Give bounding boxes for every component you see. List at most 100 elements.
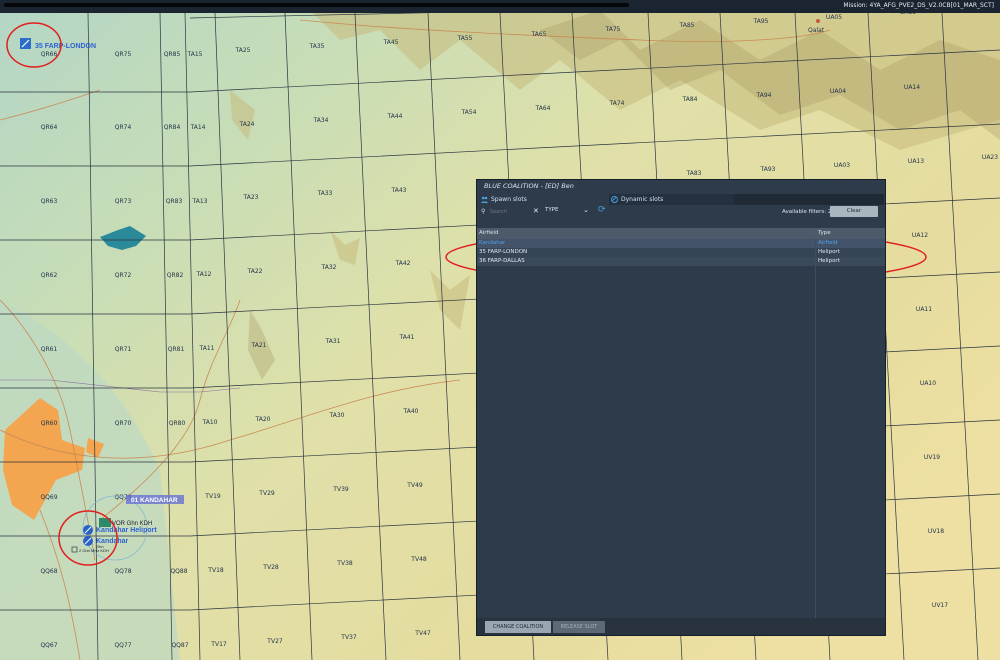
- grid-cell-label: TA85: [679, 22, 695, 29]
- grid-cell-label: UA11: [916, 306, 932, 313]
- grid-cell-label: TA40: [403, 408, 419, 415]
- grid-cell-label: QR60: [41, 420, 58, 427]
- dynamic-slots-icon: [611, 196, 618, 203]
- grid-cell-label: TA54: [461, 109, 477, 116]
- town-label-qalat: Qalat: [808, 27, 825, 34]
- grid-cell-label: UA13: [908, 158, 924, 165]
- table-row[interactable]: Kandahar Airfield: [477, 239, 885, 248]
- row-airfield: Kandahar: [479, 240, 506, 246]
- grid-cell-label: TA13: [192, 198, 208, 205]
- grid-cell-label: QR82: [167, 272, 184, 279]
- grid-cell-label: TA42: [395, 260, 411, 267]
- grid-cell-label: TV28: [262, 564, 279, 571]
- grid-cell-label: QR73: [115, 198, 132, 205]
- grid-cell-label: TA35: [309, 43, 325, 50]
- grid-cell-label: TA45: [383, 39, 399, 46]
- available-filters: Available filters: 2: [782, 209, 832, 215]
- search-input[interactable]: [490, 207, 538, 216]
- grid-cell-label: TV18: [207, 567, 224, 574]
- grid-cell-label: TA33: [317, 190, 333, 197]
- kandahar-heliport-label: Kandahar Heliport: [96, 527, 157, 534]
- grid-cell-label: QQ67: [40, 642, 57, 649]
- grid-cell-label: TV29: [258, 490, 275, 497]
- grid-cell-label: TA23: [243, 194, 259, 201]
- kandahar-sub-label: 2 Ghn MHz KDH: [79, 548, 109, 553]
- top-scrollbar[interactable]: [4, 3, 629, 7]
- column-divider: [815, 239, 816, 627]
- change-coalition-button[interactable]: CHANGE COALITION: [485, 621, 551, 633]
- grid-cell-label: QR81: [168, 346, 185, 353]
- grid-cell-label: TA41: [399, 334, 415, 341]
- grid-cell-label: TA21: [251, 342, 267, 349]
- row-type: Heliport: [818, 249, 840, 255]
- grid-cell-label: TA34: [313, 117, 329, 124]
- grid-cell-label: TA74: [609, 100, 625, 107]
- grid-cell-label: TA24: [239, 121, 255, 128]
- grid-cell-label: TA94: [756, 92, 772, 99]
- column-header-type[interactable]: Type: [818, 230, 831, 236]
- tab-spawn-slots[interactable]: Spawn slots: [479, 194, 609, 205]
- grid-cell-label: TA14: [190, 124, 206, 131]
- filter-bar: ⚲ ✕ TYPE ⌄ ⟳ Available filters: 2 Clear: [479, 205, 884, 218]
- grid-cell-label: TA55: [457, 35, 473, 42]
- row-airfield: 35 FARP-LONDON: [479, 249, 528, 255]
- kandahar-tag: 01 KANDAHAR: [131, 497, 178, 504]
- grid-cell-label: UA10: [920, 380, 936, 387]
- release-slot-button[interactable]: RELEASE SLOT: [553, 621, 605, 633]
- grid-cell-label: TV49: [406, 482, 423, 489]
- close-icon[interactable]: ✕: [533, 207, 539, 215]
- column-header-airfield[interactable]: Airfield: [479, 230, 498, 236]
- grid-cell-label: TA44: [387, 113, 403, 120]
- tab-dynamic-slots[interactable]: Dynamic slots: [609, 194, 734, 205]
- grid-cell-label: UV18: [928, 528, 944, 535]
- grid-cell-label: QR64: [41, 124, 58, 131]
- grid-cell-label: QR61: [41, 346, 58, 353]
- grid-cell-label: TV47: [414, 630, 431, 637]
- grid-cell-label: TA20: [255, 416, 271, 423]
- table-row[interactable]: 36 FARP-DALLAS Heliport: [477, 257, 885, 266]
- grid-cell-label: TA75: [605, 26, 621, 33]
- slot-tabs: Spawn slots Dynamic slots: [479, 194, 884, 205]
- row-type: Airfield: [818, 240, 838, 246]
- grid-cell-label: TV38: [336, 560, 353, 567]
- grid-cell-label: UA12: [912, 232, 928, 239]
- grid-cell-label: QR83: [166, 198, 183, 205]
- grid-cell-label: QQ78: [114, 568, 131, 575]
- grid-cell-label: QQ88: [170, 568, 187, 575]
- grid-cell-label: UA23: [982, 154, 998, 161]
- chevron-down-icon: ⌄: [583, 206, 589, 214]
- users-icon: [481, 196, 488, 203]
- grid-cell-label: QR62: [41, 272, 58, 279]
- grid-cell-label: UA05: [826, 14, 842, 21]
- grid-cell-label: TV37: [340, 634, 357, 641]
- grid-cell-label: UA04: [830, 88, 846, 95]
- clear-button[interactable]: Clear: [830, 206, 878, 217]
- grid-cell-label: QR75: [115, 51, 132, 58]
- search-box[interactable]: ⚲: [481, 207, 541, 216]
- refresh-icon[interactable]: ⟳: [598, 205, 606, 215]
- grid-cell-label: QQ87: [171, 642, 188, 649]
- grid-cell-label: TA12: [196, 271, 212, 278]
- type-dropdown-label: TYPE: [545, 207, 559, 213]
- grid-cell-label: TA43: [391, 187, 407, 194]
- grid-cell-label: TA83: [686, 170, 702, 177]
- slot-selection-panel: BLUE COALITION - [ED] Ben Spawn slots Dy…: [476, 179, 886, 636]
- grid-cell-label: QQ69: [40, 494, 57, 501]
- grid-cell-label: TV48: [410, 556, 427, 563]
- panel-title: BLUE COALITION - [ED] Ben: [484, 182, 574, 190]
- grid-cell-label: QR72: [115, 272, 132, 279]
- grid-cell-label: QQ77: [114, 642, 131, 649]
- grid-cell-label: QR84: [164, 124, 181, 131]
- mission-name: Mission: 4YA_AFG_PVE2_DS_V2.0CB[01_MAR_S…: [843, 2, 994, 9]
- grid-cell-label: TA22: [247, 268, 263, 275]
- farp-london-label: 35 FARP-LONDON: [35, 43, 96, 50]
- grid-cell-label: TV19: [204, 493, 221, 500]
- grid-cell-label: TA93: [760, 166, 776, 173]
- table-header: Airfield Type: [477, 228, 885, 239]
- grid-cell-label: UV17: [932, 602, 948, 609]
- grid-cell-label: UV19: [924, 454, 940, 461]
- type-dropdown[interactable]: TYPE ⌄: [545, 206, 589, 217]
- table-row[interactable]: 35 FARP-LONDON Heliport: [477, 248, 885, 257]
- grid-cell-label: QR80: [169, 420, 186, 427]
- row-type: Heliport: [818, 258, 840, 264]
